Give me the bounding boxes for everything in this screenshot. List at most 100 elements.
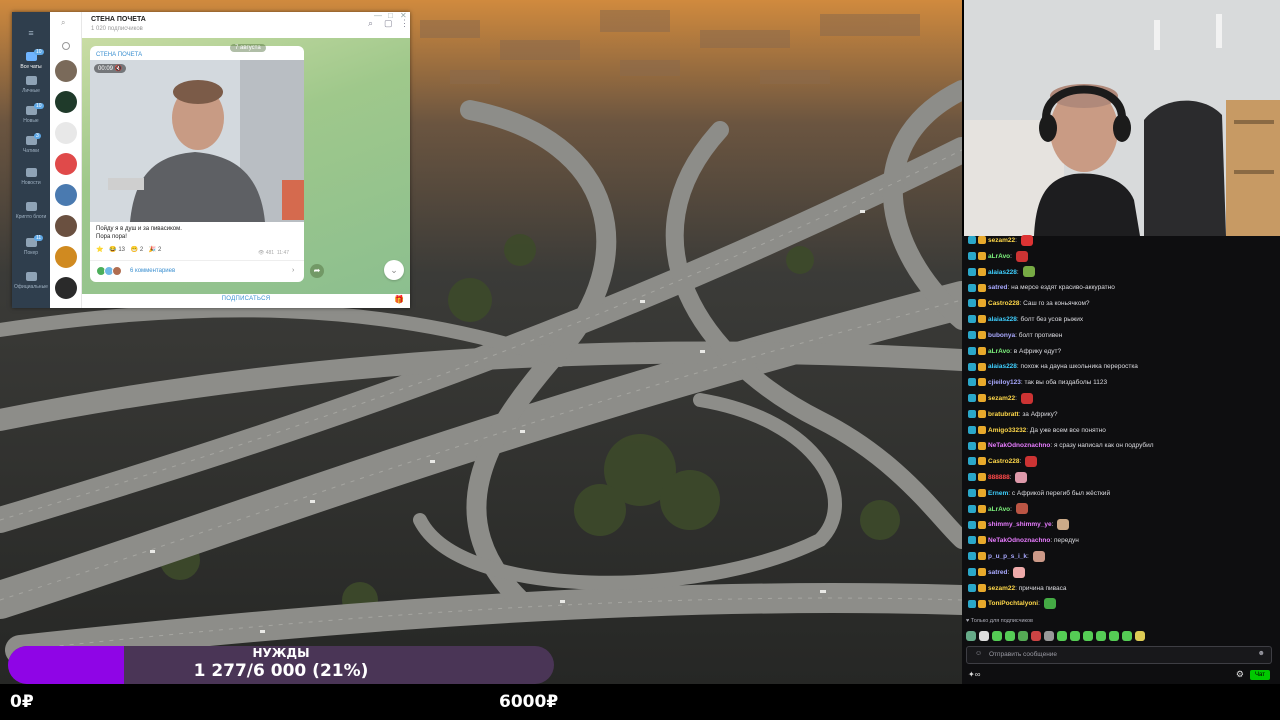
chat-username[interactable]: satred xyxy=(988,284,1008,291)
emote-icon[interactable] xyxy=(1031,631,1041,641)
chat-username[interactable]: shimmy_shimmy_ye xyxy=(988,521,1052,528)
chat-message[interactable]: ToniPochtalyoni: xyxy=(968,597,1278,611)
chat-username[interactable]: aLrAvo xyxy=(988,253,1010,260)
chat-message[interactable]: alaias228: болт без усов рыжих xyxy=(968,313,1278,327)
emote-icon[interactable] xyxy=(1096,631,1106,641)
chat-avatar[interactable] xyxy=(55,184,77,206)
chat-avatar[interactable] xyxy=(55,277,77,299)
video-thumbnail[interactable]: 00:09 🔇 xyxy=(90,60,304,222)
chat-avatar[interactable] xyxy=(55,246,77,268)
chat-username[interactable]: bratubratt xyxy=(988,411,1019,418)
channel-message-area[interactable]: СТЕНА ПОЧЕТА 00:09 🔇 Пойду я в душ и за … xyxy=(82,38,410,294)
chat-message[interactable]: bratubratt: за Африку? xyxy=(968,408,1278,422)
folder-item[interactable]: Все чаты 10 xyxy=(12,49,50,70)
maximize-icon[interactable]: □ xyxy=(388,11,393,20)
chat-message[interactable]: sezam22: xyxy=(968,234,1278,248)
chat-send-button[interactable]: Чат xyxy=(1250,670,1270,680)
emote-picker-icon[interactable]: ☺ xyxy=(975,650,982,657)
chat-avatar[interactable] xyxy=(55,215,77,237)
reaction-star[interactable]: ⭐ xyxy=(96,246,103,253)
chat-message[interactable]: Ernem: с Африкой перегиб был жёсткий xyxy=(968,487,1278,501)
chat-username[interactable]: NeTakOdnoznachno xyxy=(988,537,1050,544)
search-icon[interactable]: ⌕ xyxy=(61,18,65,28)
chat-avatar[interactable] xyxy=(55,91,77,113)
chat-username[interactable]: NeTakOdnoznachno xyxy=(988,442,1050,449)
chat-message[interactable]: NeTakOdnoznachno: я сразу написал как он… xyxy=(968,439,1278,453)
chat-avatar[interactable] xyxy=(55,122,77,144)
chat-message[interactable]: alaias228: похож на дауна школьника пере… xyxy=(968,360,1278,374)
scroll-down-icon[interactable]: ⌄ xyxy=(384,260,404,280)
emote-icon[interactable] xyxy=(1018,631,1028,641)
chat-username[interactable]: alaias228 xyxy=(988,316,1017,323)
emote-icon[interactable] xyxy=(1083,631,1093,641)
chat-username[interactable]: satred xyxy=(988,569,1008,576)
chat-username[interactable]: sezam22 xyxy=(988,585,1015,592)
emote-icon[interactable] xyxy=(1070,631,1080,641)
chat-username[interactable]: bubonya xyxy=(988,332,1015,339)
chat-message[interactable]: p_u_p_s_i_k: xyxy=(968,550,1278,564)
folder-item[interactable]: Официальные xyxy=(12,272,50,290)
chat-message[interactable]: alaias228: xyxy=(968,266,1278,280)
folder-item[interactable]: Покер 11 xyxy=(12,235,50,256)
chat-message[interactable]: Castro228: Саш го за коньячком? xyxy=(968,297,1278,311)
folder-item[interactable]: Новые 10 xyxy=(12,103,50,124)
chat-message[interactable]: bubonya: болт противен xyxy=(968,329,1278,343)
subscribe-button[interactable]: ПОДПИСАТЬСЯ xyxy=(82,296,410,302)
emote-icon[interactable] xyxy=(966,631,976,641)
comments-link[interactable]: 6 комментариев › xyxy=(90,260,304,282)
emote-icon[interactable] xyxy=(1122,631,1132,641)
close-icon[interactable]: ✕ xyxy=(400,11,407,20)
chat-message[interactable]: shimmy_shimmy_ye: xyxy=(968,518,1278,532)
chat-username[interactable]: p_u_p_s_i_k xyxy=(988,553,1027,560)
chat-message[interactable]: satred: xyxy=(968,566,1278,580)
emote-icon[interactable] xyxy=(992,631,1002,641)
chat-message[interactable]: aLrAvo: xyxy=(968,503,1278,517)
reaction-party[interactable]: 🎉 2 xyxy=(149,246,162,253)
chat-username[interactable]: aLrAvo xyxy=(988,348,1010,355)
chat-username[interactable]: alaias228 xyxy=(988,269,1017,276)
chat-username[interactable]: Amigo33232 xyxy=(988,427,1026,434)
emote-icon[interactable] xyxy=(1135,631,1145,641)
emote-icon[interactable] xyxy=(1044,631,1054,641)
chat-message[interactable]: Castro228: xyxy=(968,455,1278,469)
chat-avatar[interactable] xyxy=(55,60,77,82)
minimize-icon[interactable]: — xyxy=(374,11,382,20)
chat-message[interactable]: aLrAvo: в Африку едут? xyxy=(968,345,1278,359)
folder-item[interactable]: Личные xyxy=(12,76,50,94)
chat-message[interactable]: satred: на мерсе ездят красиво-аккуратно xyxy=(968,281,1278,295)
chat-username[interactable]: cjieiloy123 xyxy=(988,379,1021,386)
share-icon[interactable]: ➦ xyxy=(310,264,324,278)
emote-icon[interactable] xyxy=(1109,631,1119,641)
chat-username[interactable]: aLrAvo xyxy=(988,506,1010,513)
chat-message[interactable]: Amigo33232: Да уже всем все понятно xyxy=(968,424,1278,438)
chat-message-input[interactable]: ☺ Отправить сообщение ☻ xyxy=(966,646,1272,664)
chat-username[interactable]: Castro228 xyxy=(988,458,1019,465)
folder-item[interactable]: Новости xyxy=(12,168,50,186)
emote-menu-icon[interactable]: ☻ xyxy=(1258,650,1265,657)
archive-icon[interactable] xyxy=(62,42,70,50)
chat-username[interactable]: ToniPochtalyoni xyxy=(988,600,1038,607)
muted-speaker-icon[interactable]: 🔇 xyxy=(115,66,122,72)
reaction-grin[interactable]: 😁 2 xyxy=(131,246,144,253)
emote-icon[interactable] xyxy=(1057,631,1067,641)
folder-item[interactable]: Крипто блоги xyxy=(12,202,50,220)
menu-icon[interactable]: ≡ xyxy=(12,29,50,38)
chat-username[interactable]: sezam22 xyxy=(988,395,1015,402)
emote-icon[interactable] xyxy=(979,631,989,641)
gift-icon[interactable]: 🎁 xyxy=(394,295,404,304)
chat-avatar[interactable] xyxy=(55,153,77,175)
reaction-laugh[interactable]: 😂 13 xyxy=(109,246,125,253)
emote-icon[interactable] xyxy=(1005,631,1015,641)
folder-item[interactable]: Чатики 3 xyxy=(12,133,50,154)
chat-username[interactable]: Castro228 xyxy=(988,300,1019,307)
channel-post[interactable]: СТЕНА ПОЧЕТА 00:09 🔇 Пойду я в душ и за … xyxy=(90,46,304,282)
chat-message[interactable]: cjieiloy123: так вы оба пиздаболы 1123 xyxy=(968,376,1278,390)
chat-username[interactable]: Ernem xyxy=(988,490,1008,497)
chat-message[interactable]: aLrAvo: xyxy=(968,250,1278,264)
chat-message[interactable]: sezam22: причина пиваса xyxy=(968,582,1278,596)
search-icon[interactable]: ⌕ xyxy=(368,18,373,29)
chat-message[interactable]: sezam22: xyxy=(968,392,1278,406)
chat-username[interactable]: 888888 xyxy=(988,474,1010,481)
chat-message[interactable]: 888888: xyxy=(968,471,1278,485)
chat-message[interactable]: NeTakOdnoznachno: передун xyxy=(968,534,1278,548)
